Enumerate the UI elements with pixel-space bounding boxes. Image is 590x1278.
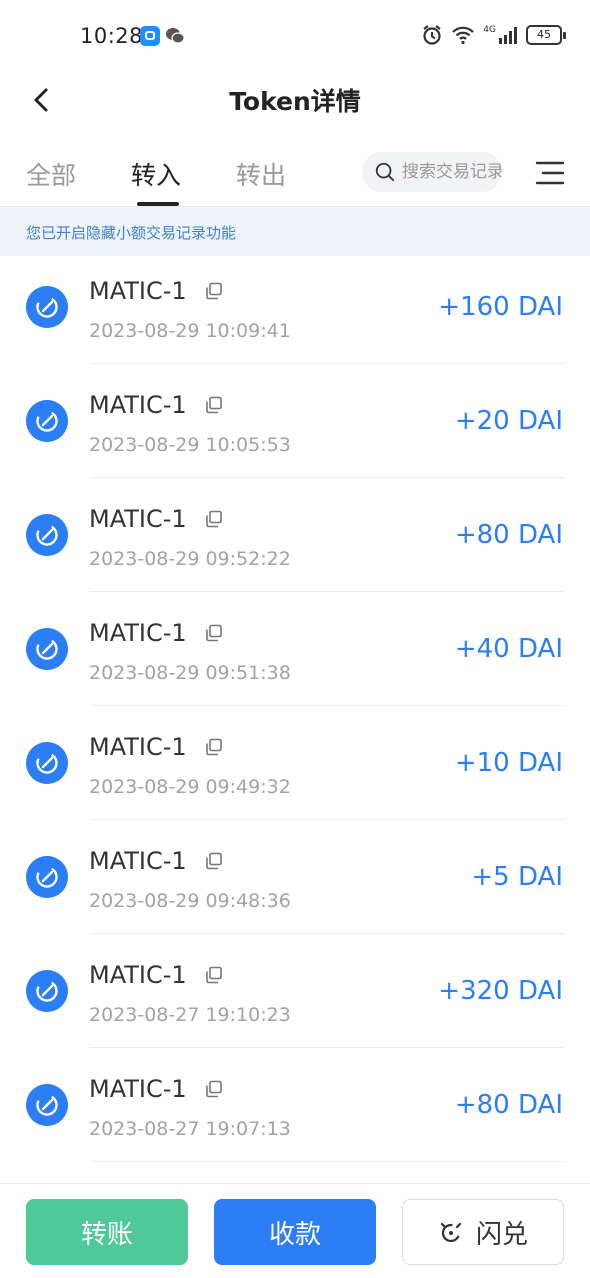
copy-icon[interactable] [205,396,223,414]
copy-icon[interactable] [205,624,223,642]
copy-icon[interactable] [205,1080,223,1098]
token-icon [26,1084,68,1126]
transaction-name: MATIC-1 [89,733,187,761]
copy-icon[interactable] [205,966,223,984]
transaction-time: 2023-08-29 09:49:32 [89,776,291,798]
transaction-amount: +10 DAI [454,748,563,778]
app-notification-icon [140,26,160,46]
transaction-name: MATIC-1 [89,619,187,647]
transaction-name: MATIC-1 [89,277,187,305]
transaction-row[interactable]: MATIC-1 2023-08-29 10:05:53 +20 DAI [0,364,590,478]
transaction-row[interactable]: MATIC-1 2023-08-29 10:09:41 +160 DAI [0,250,590,364]
hidden-small-tx-notice: 您已开启隐藏小额交易记录功能 [0,206,590,256]
status-right: 4G 45 [421,24,566,46]
notice-text: 您已开启隐藏小额交易记录功能 [26,224,237,242]
transfer-button-label: 转账 [80,1219,133,1250]
transaction-time: 2023-08-27 19:10:23 [89,1004,291,1026]
search-box[interactable] [362,152,502,192]
transfer-button[interactable]: 转账 [26,1199,188,1265]
transaction-name: MATIC-1 [89,847,187,875]
transaction-name: MATIC-1 [89,391,187,419]
tab-outgoing[interactable]: 转出 [236,156,286,192]
transaction-row[interactable]: MATIC-1 2023-08-29 09:52:22 +80 DAI [0,478,590,592]
transaction-time: 2023-08-29 10:05:53 [89,434,291,456]
transaction-amount: +160 DAI [438,292,563,322]
token-icon [26,628,68,670]
transaction-time: 2023-08-29 09:48:36 [89,890,291,912]
receive-button-label: 收款 [268,1219,321,1250]
token-icon [26,856,68,898]
transaction-row[interactable]: MATIC-1 2023-08-27 19:07:13 +80 DAI [0,1048,590,1162]
transaction-time: 2023-08-29 09:52:22 [89,548,291,570]
swap-button-label: 闪兑 [475,1219,528,1250]
transaction-amount: +20 DAI [454,406,563,436]
token-icon [26,742,68,784]
copy-icon[interactable] [205,852,223,870]
transaction-amount: +40 DAI [454,634,563,664]
transaction-time: 2023-08-29 10:09:41 [89,320,291,342]
filter-menu-icon[interactable] [534,160,566,186]
transaction-row[interactable]: MATIC-1 2023-08-29 09:48:36 +5 DAI [0,820,590,934]
transaction-time: 2023-08-29 09:51:38 [89,662,291,684]
search-input[interactable] [402,162,502,182]
copy-icon[interactable] [205,282,223,300]
battery-indicator: 45 [526,25,566,45]
transaction-time: 2023-08-27 19:07:13 [89,1118,291,1140]
token-icon [26,400,68,442]
transaction-name: MATIC-1 [89,505,187,533]
wechat-icon [166,28,185,44]
transaction-name: MATIC-1 [89,961,187,989]
swap-button[interactable]: 闪兑 [402,1199,564,1265]
search-icon [375,162,395,182]
transaction-amount: +80 DAI [454,520,563,550]
wifi-icon [452,26,475,45]
copy-icon[interactable] [205,510,223,528]
alarm-icon [423,25,441,45]
transaction-amount: +80 DAI [454,1090,563,1120]
bottom-action-bar: 转账 收款 闪兑 [0,1183,590,1278]
transaction-amount: +320 DAI [438,976,563,1006]
receive-button[interactable]: 收款 [214,1199,376,1265]
row-divider [90,1161,564,1162]
tab-bar: 全部 转入 转出 [0,140,590,206]
tab-all[interactable]: 全部 [26,156,76,192]
copy-icon[interactable] [205,738,223,756]
token-icon [26,970,68,1012]
tab-incoming[interactable]: 转入 [131,156,181,192]
transaction-amount: +5 DAI [471,862,563,892]
page-title: Token详情 [229,87,361,116]
transaction-name: MATIC-1 [89,1075,187,1103]
network-type: 4G [483,25,496,35]
status-time: 10:28 [80,24,144,48]
status-bar: 10:28 4G 45 [0,0,590,72]
transaction-list: MATIC-1 2023-08-29 10:09:41 +160 DAI MAT… [0,250,590,1162]
token-icon [26,286,68,328]
transaction-row[interactable]: MATIC-1 2023-08-29 09:49:32 +10 DAI [0,706,590,820]
header: Token详情 [0,72,590,128]
transaction-row[interactable]: MATIC-1 2023-08-29 09:51:38 +40 DAI [0,592,590,706]
token-icon [26,514,68,556]
swap-icon [440,1222,462,1243]
signal-icon [499,27,517,44]
transaction-row[interactable]: MATIC-1 2023-08-27 19:10:23 +320 DAI [0,934,590,1048]
